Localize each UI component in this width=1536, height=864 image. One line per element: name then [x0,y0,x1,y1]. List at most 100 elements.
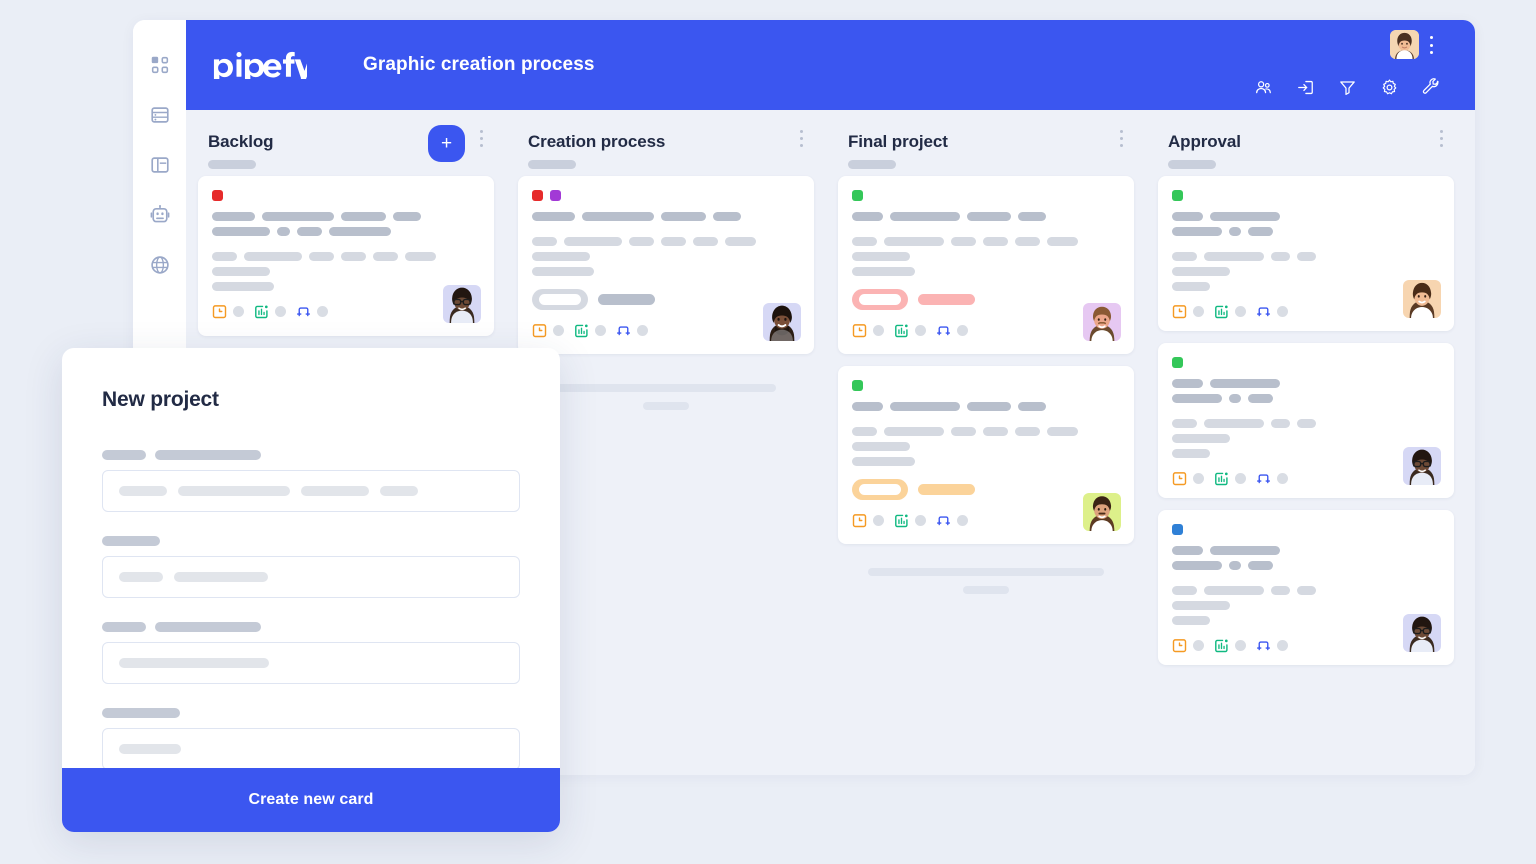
icon-value-skeleton [957,515,968,526]
icon-value-skeleton [233,306,244,317]
icon-value-skeleton [1193,640,1204,651]
card[interactable] [518,176,814,354]
card-footer-icons [212,304,480,319]
text-input[interactable] [102,728,520,770]
connection-icon[interactable] [936,513,951,528]
column-cards [838,166,1134,544]
icon-value-skeleton [553,325,564,336]
icon-value-skeleton [1235,640,1246,651]
icon-value-skeleton [1277,306,1288,317]
due-date-icon[interactable] [212,304,227,319]
card-footer-icons [852,323,1120,338]
card[interactable] [1158,510,1454,665]
modal-body: New project [62,348,560,770]
card[interactable] [1158,343,1454,498]
card-badge-row [532,289,800,310]
column-more-menu[interactable] [1114,130,1128,147]
tag-chip [852,190,863,201]
column-more-menu[interactable] [474,130,488,147]
card-avatar [1083,303,1121,341]
database-icon[interactable] [148,103,172,127]
column-cards [1158,166,1454,665]
modal-title: New project [102,388,219,411]
inbox-import-icon[interactable] [1296,78,1315,97]
column-header: Backlog + [198,110,494,169]
robot-icon[interactable] [148,203,172,227]
card[interactable] [1158,176,1454,331]
connection-icon[interactable] [1256,638,1271,653]
header-more-menu[interactable] [1424,36,1438,54]
text-input[interactable] [102,470,520,512]
avatar[interactable] [1390,30,1419,59]
connection-icon[interactable] [616,323,631,338]
card[interactable] [198,176,494,336]
checklist-icon[interactable] [254,304,269,319]
icon-value-skeleton [1193,473,1204,484]
layout-panel-icon[interactable] [148,153,172,177]
column-header: Creation process [518,110,814,169]
card[interactable] [838,366,1134,544]
tag-chip [1172,190,1183,201]
checklist-icon[interactable] [1214,471,1229,486]
wrench-icon[interactable] [1422,78,1441,97]
members-icon[interactable] [1254,78,1273,97]
due-date-icon[interactable] [852,513,867,528]
icon-value-skeleton [873,325,884,336]
due-date-icon[interactable] [1172,471,1187,486]
card-avatar [1403,447,1441,485]
card-footer-icons [1172,304,1440,319]
form-field [102,708,520,770]
screenshot-stage: Graphic creation process Backlog + Creat… [0,0,1536,864]
checklist-icon[interactable] [1214,638,1229,653]
connection-icon[interactable] [936,323,951,338]
pipefy-logo[interactable] [213,51,307,79]
card-tags [1172,357,1440,368]
card-badge-row [852,289,1120,310]
connection-icon[interactable] [1256,304,1271,319]
header-tool-row [1254,78,1441,97]
field-label-skeleton [102,708,520,718]
filter-icon[interactable] [1338,78,1357,97]
tag-chip [852,380,863,391]
card-footer-icons [532,323,800,338]
checklist-icon[interactable] [894,513,909,528]
icon-value-skeleton [317,306,328,317]
checklist-icon[interactable] [1214,304,1229,319]
tag-chip [532,190,543,201]
card-avatar [1083,493,1121,531]
settings-gear-icon[interactable] [1380,78,1399,97]
add-card-button[interactable]: + [428,125,465,162]
column-header: Final project [838,110,1134,169]
card-tags [1172,524,1440,535]
card-avatar [1403,280,1441,318]
card[interactable] [838,176,1134,354]
text-input[interactable] [102,642,520,684]
globe-icon[interactable] [148,253,172,277]
icon-value-skeleton [1235,473,1246,484]
form-field [102,622,520,684]
tag-chip [1172,524,1183,535]
checklist-icon[interactable] [894,323,909,338]
badge-bar-skeleton [598,294,655,305]
column-more-menu[interactable] [794,130,808,147]
icon-value-skeleton [1235,306,1246,317]
tag-chip [212,190,223,201]
due-date-icon[interactable] [1172,638,1187,653]
column-loading-bar [868,568,1104,576]
checklist-icon[interactable] [574,323,589,338]
connection-icon[interactable] [296,304,311,319]
text-input[interactable] [102,556,520,598]
create-new-card-button[interactable]: Create new card [62,768,560,832]
connection-icon[interactable] [1256,471,1271,486]
column-subtitle-skeleton [848,160,896,169]
due-date-icon[interactable] [532,323,547,338]
apps-grid-icon[interactable] [148,53,172,77]
icon-value-skeleton [915,325,926,336]
icon-value-skeleton [957,325,968,336]
column-more-menu[interactable] [1434,130,1448,147]
column-loading-bar [963,586,1009,594]
due-date-icon[interactable] [852,323,867,338]
due-date-icon[interactable] [1172,304,1187,319]
board-column-approval: Approval [1146,110,1466,775]
column-title: Creation process [528,132,666,151]
